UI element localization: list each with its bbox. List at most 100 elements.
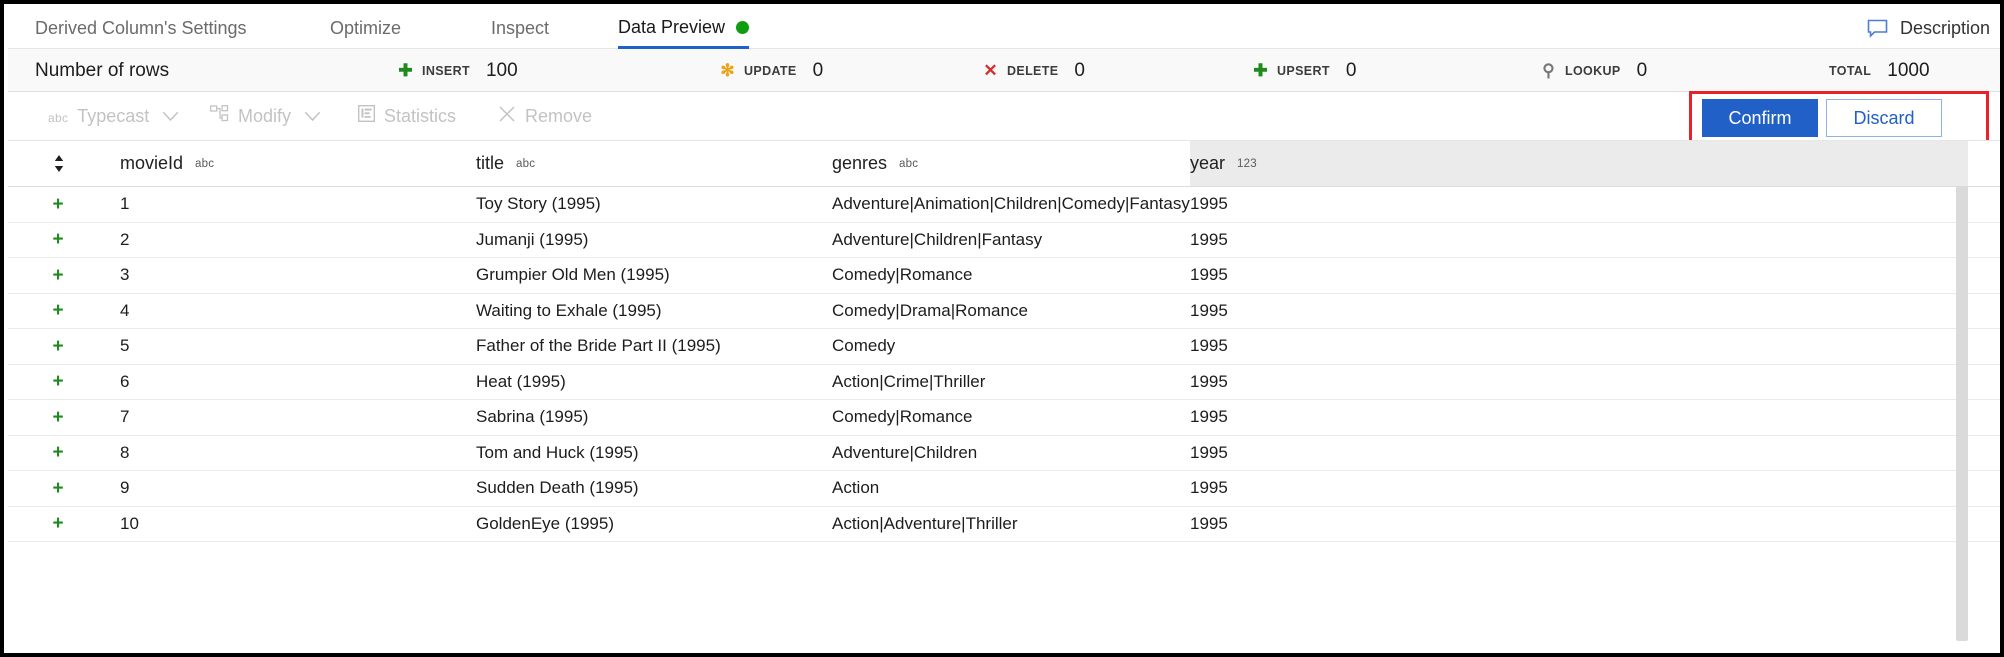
description-button[interactable]: Description	[1867, 8, 1990, 49]
tab-inspect[interactable]: Inspect	[491, 8, 549, 49]
toolbar-item-label: Typecast	[77, 106, 149, 127]
column-type-badge: abc	[899, 158, 918, 170]
row-insert-marker-icon: +	[48, 223, 68, 258]
stat-update: ✻UPDATE0	[720, 49, 823, 92]
row-insert-marker-icon: +	[48, 400, 68, 435]
row-insert-marker-icon: +	[48, 294, 68, 329]
stat-value: 0	[1346, 60, 1357, 82]
toolbar-item-label: Modify	[238, 106, 291, 127]
cell-year: 1995	[1190, 507, 1228, 542]
stat-value: 0	[1637, 60, 1648, 82]
row-stats-title: Number of rows	[35, 49, 169, 92]
table-row[interactable]: +10GoldenEye (1995)Action|Adventure|Thri…	[8, 507, 2004, 543]
tab-bar: Derived Column's Settings Optimize Inspect…	[8, 8, 2004, 49]
column-header-title[interactable]: titleabc	[476, 141, 535, 186]
cell-title: Waiting to Exhale (1995)	[476, 294, 662, 329]
confirm-discard-buttons: Confirm Discard	[1702, 99, 1942, 137]
cell-title: Sudden Death (1995)	[476, 471, 639, 506]
tab-label: Inspect	[491, 18, 549, 39]
row-insert-marker-icon: +	[48, 436, 68, 471]
table-row[interactable]: +6Heat (1995)Action|Crime|Thriller1995	[8, 365, 2004, 401]
table-row[interactable]: +3Grumpier Old Men (1995)Comedy|Romance1…	[8, 258, 2004, 294]
cell-genres: Action|Crime|Thriller	[832, 365, 985, 400]
stat-delete: ✕DELETE0	[983, 49, 1085, 92]
stat-upsert: ✚ UPSERT 0	[1253, 49, 1356, 92]
update-icon: ✻	[720, 63, 735, 78]
stat-label: INSERT	[422, 64, 470, 78]
row-insert-marker-icon: +	[48, 471, 68, 506]
cell-genres: Comedy	[832, 329, 895, 364]
table-row[interactable]: +7 Sabrina (1995) Comedy|Romance 1995	[8, 400, 2004, 436]
cell-genres: Comedy|Romance	[832, 258, 972, 293]
grid-header-row: movieIdabc titleabc genres abc year 123	[8, 140, 2004, 187]
chevron-down-icon	[304, 106, 321, 127]
stat-label: DELETE	[1007, 64, 1058, 78]
cell-movieid: 1	[120, 187, 129, 222]
table-row[interactable]: +2Jumanji (1995)Adventure|Children|Fanta…	[8, 223, 2004, 259]
comment-bubble-icon	[1867, 19, 1888, 38]
stat-lookup: ⚲ LOOKUP 0	[1541, 49, 1647, 92]
cell-movieid: 5	[120, 329, 129, 364]
cell-year: 1995	[1190, 329, 1228, 364]
table-row[interactable]: +9Sudden Death (1995)Action1995	[8, 471, 2004, 507]
cell-year: 1995	[1190, 365, 1228, 400]
cell-genres: Comedy|Drama|Romance	[832, 294, 1028, 329]
row-insert-marker-icon: +	[48, 365, 68, 400]
column-header-label: year	[1190, 153, 1225, 174]
table-row[interactable]: +1Toy Story (1995)Adventure|Animation|Ch…	[8, 187, 2004, 223]
cell-year: 1995	[1190, 258, 1228, 293]
sort-toggle-icon[interactable]	[48, 141, 70, 186]
cell-year: 1995	[1190, 294, 1228, 329]
row-insert-marker-icon: +	[48, 507, 68, 542]
table-row[interactable]: +8 Tom and Huck (1995) Adventure|Children 1…	[8, 436, 2004, 472]
toolbar-typecast-button[interactable]: abcTypecast	[48, 92, 179, 140]
row-insert-marker-icon: +	[48, 258, 68, 293]
column-header-movieid[interactable]: movieIdabc	[120, 141, 214, 186]
confirm-button[interactable]: Confirm	[1702, 99, 1818, 137]
cell-year: 1995	[1190, 187, 1228, 222]
column-header-label: genres	[832, 153, 887, 174]
discard-button[interactable]: Discard	[1826, 99, 1942, 137]
table-row[interactable]: +5Father of the Bride Part II (1995)Come…	[8, 329, 2004, 365]
cell-genres: Comedy|Romance	[832, 400, 972, 435]
tab-label: Derived Column's Settings	[35, 18, 247, 39]
cell-title: Tom and Huck (1995)	[476, 436, 639, 471]
stat-label: LOOKUP	[1565, 64, 1621, 78]
remove-x-icon	[498, 105, 516, 128]
tab-label: Data Preview	[618, 17, 725, 38]
toolbar-statistics-button[interactable]: Statistics	[358, 92, 456, 140]
upsert-icon: ✚	[1253, 63, 1268, 78]
cell-year: 1995	[1190, 471, 1228, 506]
stat-label: UPSERT	[1277, 64, 1330, 78]
cell-year: 1995	[1190, 400, 1228, 435]
cell-movieid: 9	[120, 471, 129, 506]
cell-movieid: 8	[120, 436, 129, 471]
table-row[interactable]: +4Waiting to Exhale (1995)Comedy|Drama|R…	[8, 294, 2004, 330]
column-header-genres[interactable]: genres abc	[832, 141, 918, 186]
tab-data-preview[interactable]: Data Preview	[618, 8, 749, 49]
cell-genres: Adventure|Children	[832, 436, 977, 471]
row-insert-marker-icon: +	[48, 187, 68, 222]
cell-title: Sabrina (1995)	[476, 400, 588, 435]
cell-movieid: 2	[120, 223, 129, 258]
stat-label: UPDATE	[744, 64, 797, 78]
row-insert-marker-icon: +	[48, 329, 68, 364]
cell-movieid: 7	[120, 400, 129, 435]
tab-derived-column-s-settings[interactable]: Derived Column's Settings	[35, 8, 247, 49]
search-icon: ⚲	[1541, 63, 1556, 78]
plus-icon: ✚	[398, 63, 413, 78]
column-header-year[interactable]: year 123	[1190, 141, 1968, 186]
cell-movieid: 6	[120, 365, 129, 400]
column-type-badge: 123	[1237, 158, 1257, 170]
grid-body: +1Toy Story (1995)Adventure|Animation|Ch…	[8, 187, 2004, 542]
tab-optimize[interactable]: Optimize	[330, 8, 401, 49]
vertical-scrollbar-thumb[interactable]	[1956, 186, 1968, 641]
column-header-label: title	[476, 153, 504, 174]
cross-icon: ✕	[983, 63, 998, 78]
toolbar-modify-button[interactable]: Modify	[210, 92, 321, 140]
stat-insert: ✚INSERT100	[398, 49, 518, 92]
cell-year: 1995	[1190, 436, 1228, 471]
modify-icon	[210, 105, 229, 127]
data-preview-grid: movieIdabc titleabc genres abc year 123 +1Toy…	[8, 140, 2004, 657]
toolbar-remove-button[interactable]: Remove	[498, 92, 592, 140]
